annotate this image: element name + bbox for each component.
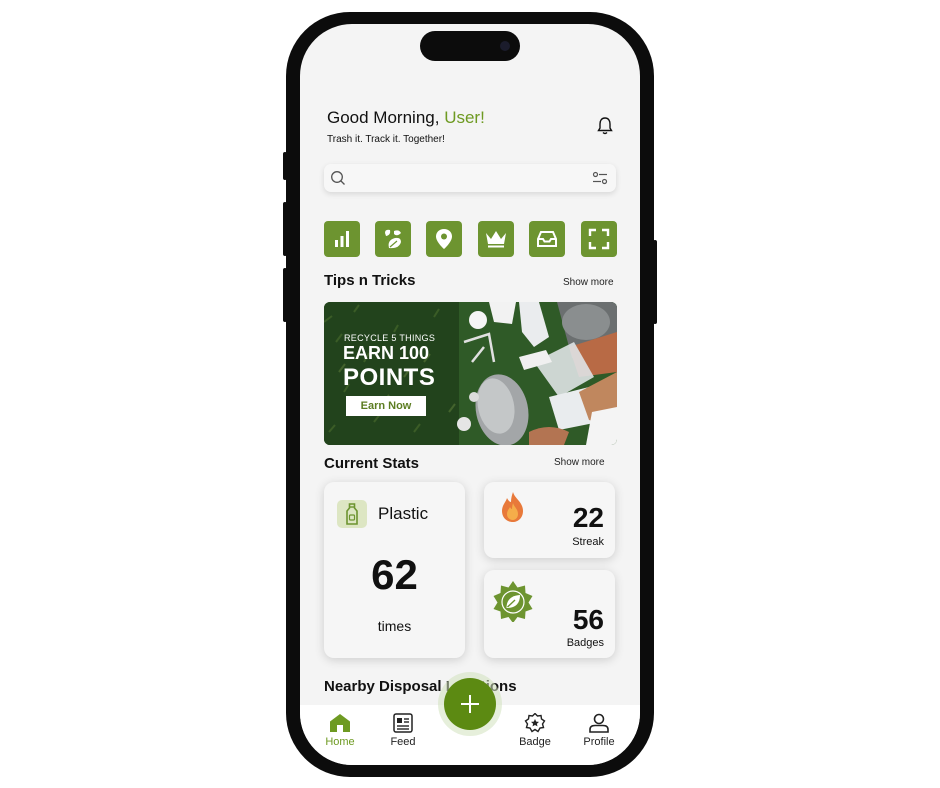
nav-home[interactable]: Home	[315, 713, 365, 748]
bell-icon[interactable]	[596, 116, 614, 136]
badges-card[interactable]: 56 Badges	[484, 570, 615, 658]
nav-profile-label: Profile	[583, 736, 615, 748]
app-screen: Good Morning, User! Trash it. Track it. …	[300, 24, 640, 765]
streak-card[interactable]: 22 Streak	[484, 482, 615, 558]
tips-show-more[interactable]: Show more	[563, 277, 614, 288]
location-pin-icon	[436, 229, 452, 249]
category-scan[interactable]	[581, 221, 617, 257]
add-button[interactable]	[444, 678, 496, 730]
nav-badge[interactable]: Badge	[510, 713, 560, 748]
tagline: Trash it. Track it. Together!	[327, 134, 445, 145]
volume-down-button	[283, 268, 287, 322]
plastic-card[interactable]: Plastic 62 times	[324, 482, 465, 658]
category-row	[324, 221, 617, 257]
streak-label: Streak	[572, 536, 604, 548]
crown-icon	[486, 231, 506, 248]
search-icon	[331, 171, 345, 185]
scan-frame-icon	[588, 228, 610, 250]
camera-lens	[500, 41, 510, 51]
eco-badge-icon	[493, 581, 533, 622]
dynamic-island	[420, 31, 520, 61]
category-stats[interactable]	[324, 221, 360, 257]
nav-feed-label: Feed	[390, 736, 416, 748]
badge-icon	[524, 713, 546, 733]
nav-home-label: Home	[325, 736, 355, 748]
banner-line2: POINTS	[343, 364, 436, 391]
filter-icon[interactable]	[592, 171, 608, 185]
earn-now-button[interactable]: Earn Now	[346, 396, 426, 416]
home-icon	[330, 714, 350, 732]
nav-feed[interactable]: Feed	[378, 713, 428, 748]
nav-badge-label: Badge	[519, 736, 551, 748]
bar-chart-icon	[335, 231, 349, 247]
greeting: Good Morning, User!	[327, 108, 485, 128]
greeting-user: User!	[444, 108, 485, 127]
category-eco[interactable]	[375, 221, 411, 257]
phone-frame: Good Morning, User! Trash it. Track it. …	[283, 12, 657, 777]
bottle-icon	[337, 500, 367, 528]
mute-switch	[283, 152, 287, 180]
feed-icon	[393, 713, 413, 733]
plus-icon	[461, 695, 479, 713]
stats-title: Current Stats	[324, 455, 420, 472]
category-locations[interactable]	[426, 221, 462, 257]
tips-title: Tips n Tricks	[324, 272, 416, 289]
inbox-tray-icon	[537, 231, 557, 247]
banner-line1: EARN 100	[343, 343, 430, 363]
greeting-text: Good Morning,	[327, 108, 440, 127]
search-input[interactable]	[352, 168, 582, 188]
plastic-unit: times	[377, 618, 412, 634]
profile-icon	[589, 713, 609, 733]
category-inbox[interactable]	[529, 221, 565, 257]
plastic-label: Plastic	[378, 504, 429, 523]
badges-label: Badges	[566, 637, 604, 649]
category-leaderboard[interactable]	[478, 221, 514, 257]
plastic-count: 62	[371, 551, 418, 598]
nav-profile[interactable]: Profile	[574, 713, 624, 748]
leaves-icon	[385, 229, 401, 249]
stats-show-more[interactable]: Show more	[554, 457, 605, 468]
promo-banner[interactable]: RECYCLE 5 THINGS EARN 100 POINTS Earn No…	[324, 302, 617, 445]
streak-value: 22	[572, 502, 604, 533]
banner-kicker: RECYCLE 5 THINGS	[344, 333, 436, 343]
badges-value: 56	[572, 604, 604, 635]
search-bar[interactable]	[324, 164, 616, 192]
volume-up-button	[283, 202, 287, 256]
fire-icon	[502, 492, 523, 522]
power-button	[653, 240, 657, 324]
